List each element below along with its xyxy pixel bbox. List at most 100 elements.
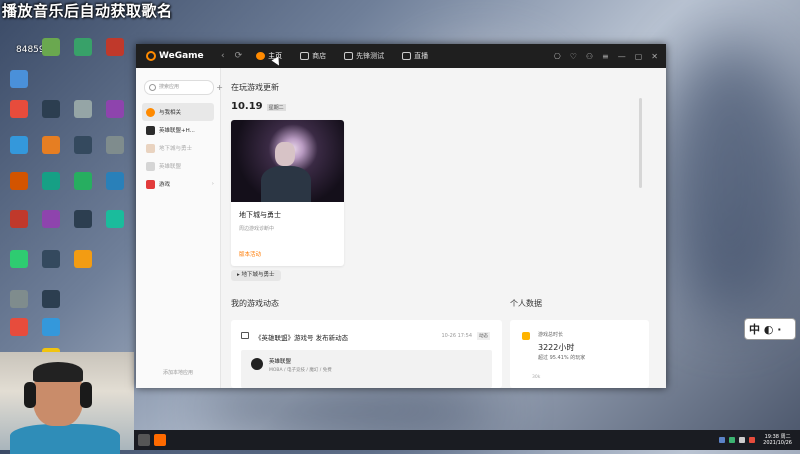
tray-icon[interactable] <box>749 437 756 443</box>
lol-gray-icon <box>146 161 155 171</box>
dnf-icon <box>146 143 155 153</box>
sidebar-item-games[interactable]: 游戏 › <box>136 175 220 193</box>
search-input[interactable]: 搜索应用 + <box>144 80 223 95</box>
scrollbar[interactable] <box>639 98 642 188</box>
desktop-icon[interactable] <box>4 172 34 190</box>
game-pill[interactable]: ▸ 地下城与勇士 <box>231 270 281 281</box>
taskbar-wegame-icon[interactable] <box>154 434 166 446</box>
wegame-logo-icon <box>146 51 156 61</box>
desktop-icon[interactable] <box>100 172 130 190</box>
tray-icon[interactable] <box>739 437 746 443</box>
desktop-icon[interactable] <box>36 318 66 336</box>
friends-icon[interactable]: ⚇ <box>586 52 593 61</box>
desktop-icon[interactable] <box>4 70 34 88</box>
feed-game-tags: MOBA / 电子竞技 / 魔幻 / 免费 <box>269 368 332 373</box>
sidebar-item-label: 游戏 <box>159 182 171 188</box>
sidebar-item-label: 英雄联盟 <box>159 164 182 170</box>
system-tray: 19:38 周二 2021/10/26 <box>715 430 792 450</box>
personal-stats-card[interactable]: 游戏总时长 3222小时 超过 95.41% 的玩家 30k <box>510 320 649 388</box>
desktop-icon[interactable] <box>100 210 130 228</box>
gift-icon[interactable]: ⎔ <box>554 52 561 61</box>
character-face <box>275 142 295 166</box>
sidebar-item-label: 英雄联盟+H... <box>159 128 195 134</box>
taskbar-app-icon[interactable] <box>138 434 150 446</box>
ime-label: 中 <box>749 323 760 336</box>
sidebar: 搜索应用 + 与我相关 英雄联盟+H... 地下城与勇士 英雄联盟 游戏 › 添加… <box>136 68 223 388</box>
stream-overlay-title: 播放音乐后自动获取歌名 <box>2 2 173 20</box>
desktop-icon[interactable] <box>36 100 66 118</box>
tab-beta-test[interactable]: 先锋测试 <box>344 51 384 61</box>
feed-game-block[interactable]: 英雄联盟 MOBA / 电子竞技 / 魔幻 / 免费 <box>241 350 492 388</box>
sidebar-item-related[interactable]: 与我相关 <box>142 103 214 121</box>
date-row: 10.19 星期二 <box>231 101 648 112</box>
app-logo[interactable]: WeGame <box>146 51 216 61</box>
desktop-icon[interactable] <box>4 100 34 118</box>
desktop-icon[interactable] <box>36 136 66 154</box>
desktop-icon[interactable] <box>4 250 34 268</box>
back-button[interactable]: ‹ <box>221 51 225 61</box>
sidebar-item-lol-plus[interactable]: 英雄联盟+H... <box>136 121 220 139</box>
game-avatar <box>251 358 263 370</box>
tab-label: 先锋测试 <box>356 52 385 60</box>
desktop-icon[interactable] <box>100 136 130 154</box>
desktop-icon[interactable] <box>36 250 66 268</box>
maximize-button[interactable]: ▢ <box>635 52 643 61</box>
add-app-button[interactable]: + <box>216 81 223 94</box>
taskbar: 19:38 周二 2021/10/26 <box>134 430 800 450</box>
webcam-overlay <box>0 352 134 454</box>
chevron-right-icon: › <box>211 181 214 187</box>
desktop-icon[interactable] <box>36 210 66 228</box>
sidebar-item-label: 地下城与勇士 <box>159 146 193 152</box>
playtime-label: 游戏总时长 <box>538 332 564 338</box>
stats-heading: 个人数据 <box>510 299 542 308</box>
sidebar-item-lol[interactable]: 英雄联盟 <box>136 157 220 175</box>
desktop-icon[interactable] <box>68 210 98 228</box>
desktop-icon[interactable] <box>100 38 130 56</box>
updates-heading: 在玩游戏更新 <box>231 83 279 92</box>
update-weekday: 星期二 <box>266 104 286 111</box>
window-controls: ⎔ ♡ ⚇ ≡ — ▢ ✕ <box>545 44 658 68</box>
desktop-icon[interactable] <box>68 38 98 56</box>
desktop-icon[interactable] <box>36 172 66 190</box>
close-button[interactable]: ✕ <box>651 52 658 61</box>
desktop-icon[interactable] <box>4 290 34 308</box>
sidebar-item-label: 与我相关 <box>159 110 182 116</box>
desktop-icon[interactable] <box>4 318 34 336</box>
card-action-link[interactable]: 版本活动 <box>239 250 344 258</box>
desktop-icon[interactable] <box>4 210 34 228</box>
add-local-app-link[interactable]: 添加本地应用 <box>136 369 220 376</box>
ime-indicator[interactable]: 中 ◐ · <box>744 318 796 340</box>
taskbar-clock[interactable]: 19:38 周二 2021/10/26 <box>763 434 792 446</box>
post-icon <box>241 332 249 339</box>
desktop-icon[interactable] <box>68 136 98 154</box>
tab-store[interactable]: 商店 <box>300 51 326 61</box>
tab-live[interactable]: 直播 <box>402 51 428 61</box>
wegame-window: WeGame ‹ ⟳ 主页 商店 先锋测试 直播 ⎔ ♡ ⚇ ≡ — ▢ ✕ 搜… <box>136 44 666 388</box>
headphone-left <box>24 382 36 408</box>
desktop-icon[interactable] <box>36 38 66 56</box>
refresh-button[interactable]: ⟳ <box>235 51 243 61</box>
favorite-icon[interactable]: ♡ <box>570 52 577 61</box>
related-icon <box>146 107 155 117</box>
desktop-icon[interactable] <box>68 100 98 118</box>
store-icon <box>300 52 310 60</box>
character-cloak <box>261 166 311 202</box>
minimize-button[interactable]: — <box>618 52 626 61</box>
headphone-right <box>80 382 92 408</box>
menu-icon[interactable]: ≡ <box>602 52 609 61</box>
desktop-icon[interactable] <box>68 250 98 268</box>
desktop-icon[interactable] <box>100 100 130 118</box>
desktop-icon[interactable] <box>4 136 34 154</box>
tab-label: 商店 <box>312 52 327 60</box>
desktop-icon[interactable] <box>36 290 66 308</box>
desktop-icon[interactable] <box>68 172 98 190</box>
games-icon <box>146 179 155 189</box>
clock-date: 2021/10/26 <box>763 440 792 446</box>
activity-feed-card[interactable]: 《英雄联盟》游戏号 发布新动态 10-26 17:54 动态 英雄联盟 MOBA… <box>231 320 502 388</box>
title-bar: WeGame ‹ ⟳ 主页 商店 先锋测试 直播 ⎔ ♡ ⚇ ≡ — ▢ ✕ <box>136 44 666 68</box>
game-update-card[interactable]: 地下城与勇士 周边游戏诊断中 版本活动 <box>231 120 344 266</box>
tray-icon[interactable] <box>719 437 726 443</box>
app-name: WeGame <box>159 51 204 61</box>
sidebar-item-dnf[interactable]: 地下城与勇士 <box>136 139 220 157</box>
tray-icon[interactable] <box>729 437 736 443</box>
